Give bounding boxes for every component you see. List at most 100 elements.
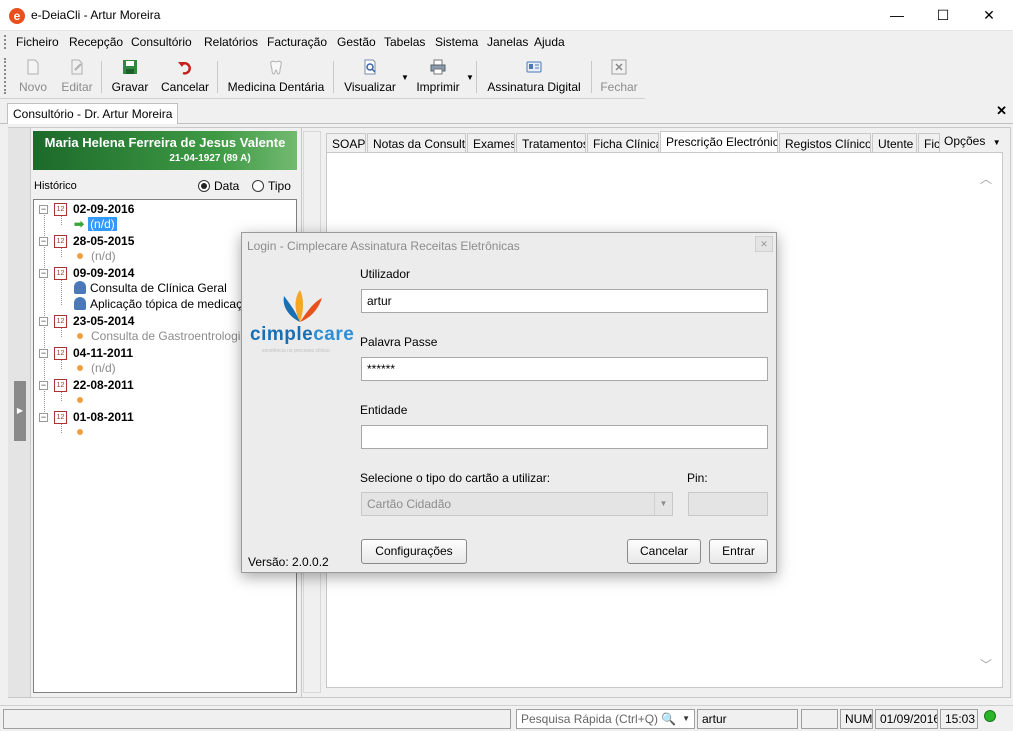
configuracoes-button[interactable]: Configurações <box>361 539 467 564</box>
collapse-arrow-icon[interactable]: ▶ <box>14 381 26 441</box>
tree-child-label: Consulta de Clínica Geral <box>90 281 227 295</box>
collapse-icon[interactable]: − <box>39 237 48 246</box>
patient-name: Maria Helena Ferreira de Jesus Valente <box>44 135 286 150</box>
enter-button[interactable]: Entrar <box>709 539 768 564</box>
calendar-icon: 12 <box>54 411 67 424</box>
menu-gestao[interactable]: Gestão <box>337 35 376 49</box>
menu-sistema[interactable]: Sistema <box>435 35 478 49</box>
card-type-label: Selecione o tipo do cartão a utilizar: <box>360 471 551 485</box>
radio-sort-date[interactable]: Data <box>198 179 239 193</box>
tree-child-label: (n/d) <box>88 217 117 231</box>
tab-ficha-clinica[interactable]: Ficha Clínica <box>587 133 659 153</box>
document-tab-consultorio[interactable]: Consultório - Dr. Artur Moreira <box>7 103 179 124</box>
tree-child[interactable]: Consulta de Clínica Geral <box>74 281 227 295</box>
calendar-icon: 12 <box>54 315 67 328</box>
bullet-icon <box>77 365 83 371</box>
tab-options-menu[interactable]: Opções ▼ <box>944 134 1001 148</box>
logo-text-b: care <box>313 324 355 345</box>
menu-consultorio[interactable]: Consultório <box>131 35 192 49</box>
close-document-icon[interactable]: ✕ <box>996 103 1007 119</box>
tree-line <box>61 247 62 257</box>
medicina-dentaria-button[interactable]: Medicina Dentária <box>224 53 328 99</box>
save-icon <box>123 60 137 74</box>
status-date: 01/09/2016 <box>875 709 938 729</box>
title-bar: e e-DeiaCli - Artur Moreira — ☐ ✕ <box>0 0 1013 31</box>
collapse-icon[interactable]: − <box>39 317 48 326</box>
menu-ajuda[interactable]: Ajuda <box>534 35 565 49</box>
menu-janelas[interactable]: Janelas <box>487 35 528 49</box>
tree-child[interactable]: Aplicação tópica de medicação <box>74 297 255 311</box>
username-field[interactable]: artur <box>361 289 768 313</box>
minimize-button[interactable]: — <box>874 0 920 31</box>
tab-tratamentos[interactable]: Tratamentos <box>516 133 586 153</box>
search-icon[interactable]: 🔍 <box>661 710 676 728</box>
chevron-down-icon[interactable]: ▼ <box>682 710 690 728</box>
doctor-icon <box>74 281 86 294</box>
cancelar-button[interactable]: Cancelar <box>158 53 212 99</box>
id-card-icon <box>526 61 542 73</box>
assinatura-digital-button[interactable]: Assinatura Digital <box>483 53 585 99</box>
tab-prescricao-electronica[interactable]: Prescrição Electrónica <box>660 131 778 153</box>
radio-sort-type[interactable]: Tipo <box>252 179 291 193</box>
radio-type-label: Tipo <box>268 179 291 193</box>
quick-search-input[interactable]: Pesquisa Rápida (Ctrl+Q) 🔍 ▼ <box>516 709 695 729</box>
card-type-select[interactable]: Cartão Cidadão ▼ <box>361 492 673 516</box>
tree-line <box>61 391 62 401</box>
calendar-icon: 12 <box>54 203 67 216</box>
fechar-label: Fechar <box>600 80 638 94</box>
tab-exames[interactable]: Exames <box>467 133 515 153</box>
tree-child[interactable] <box>77 393 91 407</box>
cimplecare-logo-icon <box>283 290 322 322</box>
maximize-button[interactable]: ☐ <box>920 0 966 31</box>
tree-child[interactable]: (n/d) <box>77 249 116 263</box>
visualizar-dropdown-arrow-icon[interactable]: ▼ <box>401 73 409 82</box>
patient-dob: 21-04-1927 (89 A) <box>169 153 251 164</box>
tree-node-date: 09-09-2014 <box>73 266 135 280</box>
tree-child[interactable]: (n/d) <box>77 361 116 375</box>
left-collapse-handle[interactable]: ▶ <box>8 128 31 697</box>
radio-checked-icon <box>198 180 210 192</box>
novo-button[interactable]: Novo <box>14 53 52 99</box>
cancel-button[interactable]: Cancelar <box>627 539 701 564</box>
password-field[interactable]: ****** <box>361 357 768 381</box>
tab-notas-consulta[interactable]: Notas da Consulta <box>367 133 466 153</box>
collapse-icon[interactable]: − <box>39 205 48 214</box>
entity-field[interactable] <box>361 425 768 449</box>
menu-facturacao[interactable]: Facturação <box>267 35 327 49</box>
tab-soap[interactable]: SOAP <box>326 133 366 153</box>
tree-child-label: (n/d) <box>91 361 116 375</box>
close-dialog-icon[interactable]: ✕ <box>755 236 773 252</box>
visualizar-button[interactable]: Visualizar <box>340 53 400 99</box>
tree-child[interactable]: Consulta de Gastroentrologia <box>77 329 247 343</box>
pin-field[interactable] <box>688 492 768 516</box>
scroll-down-icon[interactable]: ﹀ <box>980 656 992 673</box>
scroll-up-icon[interactable]: ︿ <box>980 170 992 187</box>
menu-ficheiro[interactable]: Ficheiro <box>16 35 59 49</box>
medicina-dentaria-label: Medicina Dentária <box>227 80 325 94</box>
editar-button[interactable]: Editar <box>58 53 96 99</box>
edit-document-icon <box>71 59 83 75</box>
novo-label: Novo <box>18 80 47 94</box>
tab-ficha[interactable]: Ficha <box>918 133 940 153</box>
imprimir-dropdown-arrow-icon[interactable]: ▼ <box>466 73 474 82</box>
tab-utente[interactable]: Utente <box>872 133 917 153</box>
imprimir-button[interactable]: Imprimir <box>410 53 466 99</box>
tree-child-label: Aplicação tópica de medicação <box>90 297 256 311</box>
collapse-icon[interactable]: − <box>39 381 48 390</box>
fechar-button[interactable]: Fechar <box>598 53 640 99</box>
menu-tabelas[interactable]: Tabelas <box>384 35 425 49</box>
close-window-button[interactable]: ✕ <box>966 0 1012 31</box>
collapse-icon[interactable]: − <box>39 269 48 278</box>
login-dialog-title: Login - Cimplecare Assinatura Receitas E… <box>247 239 520 253</box>
menu-recepcao[interactable]: Recepção <box>69 35 123 49</box>
tree-node-date: 01-08-2011 <box>73 410 134 424</box>
tab-registos-clinicos[interactable]: Registos Clínicos <box>779 133 871 153</box>
menu-relatorios[interactable]: Relatórios <box>204 35 258 49</box>
tree-child[interactable]: ➡ (n/d) <box>74 217 117 231</box>
cimplecare-logo-text: cimplecare <box>250 324 354 346</box>
gravar-button[interactable]: Gravar <box>108 53 152 99</box>
tree-child[interactable] <box>77 425 91 439</box>
arrow-right-icon: ➡ <box>74 217 85 231</box>
collapse-icon[interactable]: − <box>39 413 48 422</box>
collapse-icon[interactable]: − <box>39 349 48 358</box>
